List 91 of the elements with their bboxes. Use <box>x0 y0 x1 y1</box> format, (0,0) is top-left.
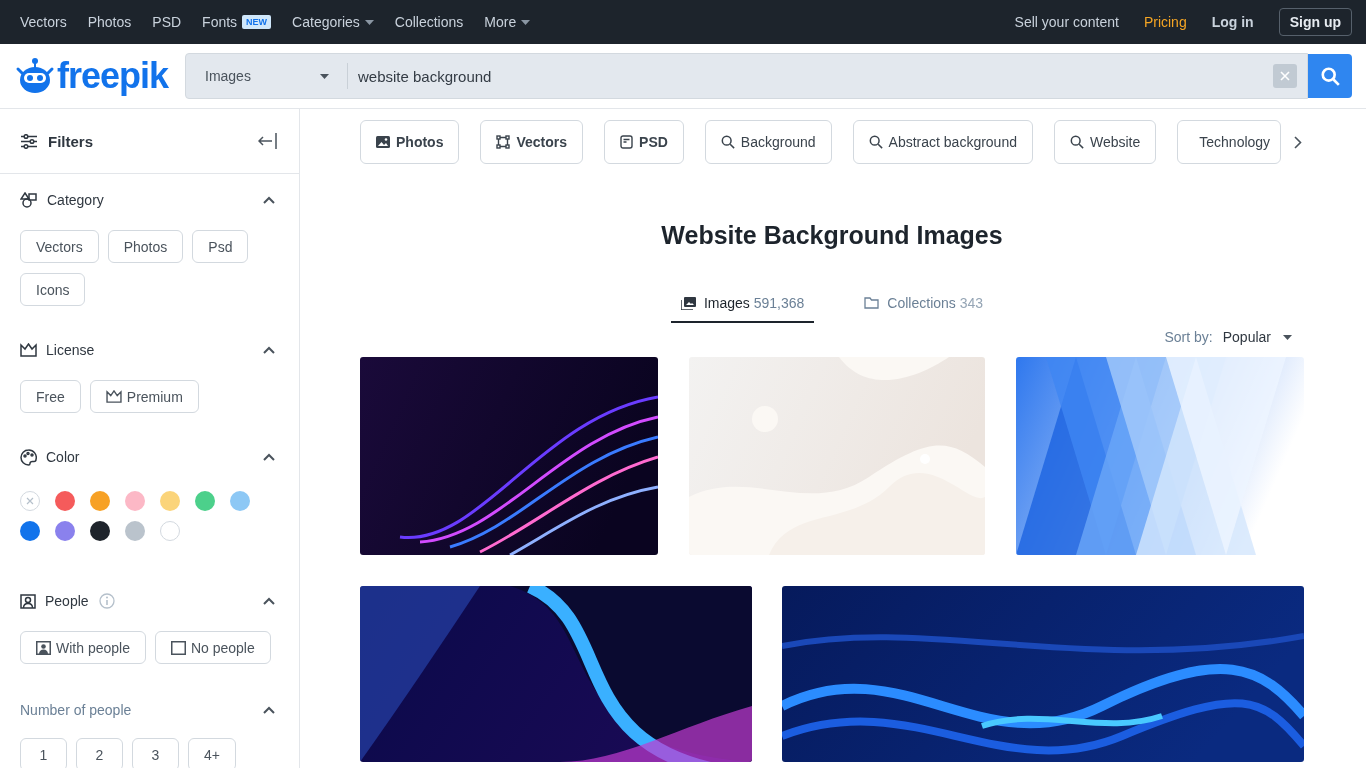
tab[interactable]: Collections 343 <box>854 295 994 323</box>
sort-dropdown[interactable]: Popular <box>1222 329 1304 345</box>
person-frame-icon <box>20 593 36 609</box>
color-swatch[interactable] <box>160 491 180 511</box>
nav-link[interactable]: PSD <box>152 14 182 30</box>
filter-chip[interactable]: Website <box>1053 120 1157 164</box>
chevron-up-icon[interactable] <box>263 346 275 354</box>
no-color-swatch[interactable] <box>20 491 40 511</box>
filter-chip[interactable]: PSD <box>604 120 684 164</box>
square-icon <box>170 640 186 655</box>
filter-option[interactable]: 3 <box>132 738 179 768</box>
filter-chip[interactable]: Abstract background <box>852 120 1033 164</box>
page-title: Website Background Images <box>660 221 1004 250</box>
filter-option[interactable]: No people <box>154 631 271 664</box>
filter-chip[interactable]: Background <box>704 120 832 164</box>
color-swatch[interactable] <box>55 491 75 511</box>
crown-icon <box>20 343 37 357</box>
filter-option[interactable]: Free <box>20 380 81 413</box>
filter-option[interactable]: 1 <box>20 738 67 768</box>
filter-option[interactable]: Photos <box>107 230 184 263</box>
color-swatch[interactable] <box>55 521 75 541</box>
close-icon <box>1280 71 1290 81</box>
folder-icon <box>864 297 880 309</box>
chevron-right-icon[interactable] <box>1294 135 1303 149</box>
nav-link[interactable]: Fonts NEW <box>202 14 272 30</box>
color-swatch[interactable] <box>20 521 40 541</box>
search-icon <box>1069 135 1084 149</box>
chevron-up-icon[interactable] <box>263 196 275 204</box>
robot-logo-icon <box>15 56 55 96</box>
section-title: People <box>45 593 89 609</box>
caret-icon <box>320 73 329 79</box>
vector-nodes-icon <box>496 135 511 149</box>
chevron-up-icon[interactable] <box>263 453 275 461</box>
search-icon <box>720 135 735 149</box>
filter-option[interactable]: Vectors <box>20 230 99 263</box>
info-icon[interactable] <box>98 593 115 609</box>
nav-link[interactable]: Vectors <box>20 14 67 30</box>
filter-chip[interactable]: Photos <box>360 120 460 164</box>
filters-title: Filters <box>48 132 93 150</box>
collapse-panel-icon[interactable] <box>258 133 277 149</box>
section-title: Category <box>47 192 104 208</box>
nav-link[interactable]: Photos <box>87 14 132 30</box>
nav-link[interactable]: Pricing <box>1143 14 1187 30</box>
section-title: Number of people <box>20 702 132 718</box>
search-icon <box>868 135 883 149</box>
nav-link[interactable]: More <box>484 14 531 30</box>
filter-option[interactable]: Psd <box>192 230 249 263</box>
person-photo-icon <box>36 640 51 655</box>
clear-button[interactable] <box>1273 64 1297 88</box>
caret-icon <box>364 19 374 25</box>
image-icon <box>376 136 390 148</box>
filter-option[interactable]: Icons <box>20 273 86 306</box>
close-icon <box>26 497 34 505</box>
chevron-up-icon[interactable] <box>263 597 275 605</box>
filter-option[interactable]: 4+ <box>188 738 236 768</box>
sliders-icon <box>20 133 38 149</box>
color-swatch[interactable] <box>230 491 250 511</box>
shapes-icon <box>20 192 38 208</box>
nav-link[interactable]: Sell your content <box>1014 14 1119 30</box>
crown-icon <box>105 390 122 403</box>
section-title: Color <box>46 449 80 465</box>
palette-icon <box>20 448 37 466</box>
logo-text[interactable]: freepik <box>57 55 169 97</box>
nav-link[interactable]: Log in <box>1211 14 1254 30</box>
chevron-up-icon[interactable] <box>263 706 275 714</box>
caret-icon <box>1283 334 1292 340</box>
caret-icon <box>521 19 531 25</box>
color-swatch[interactable] <box>90 491 110 511</box>
filter-chip[interactable]: Technology <box>1177 120 1282 164</box>
search-button[interactable] <box>1308 54 1352 98</box>
scope-dropdown[interactable]: Images <box>186 63 348 89</box>
color-swatch[interactable] <box>160 521 180 541</box>
section-title: License <box>46 342 95 358</box>
color-swatch[interactable] <box>125 521 145 541</box>
sign-up-button[interactable]: Sign up <box>1278 8 1352 36</box>
color-swatch[interactable] <box>125 491 145 511</box>
filter-option[interactable]: 2 <box>76 738 123 768</box>
tab[interactable]: Images 591,368 <box>670 295 815 323</box>
nav-link[interactable]: Collections <box>394 14 464 30</box>
filter-chip[interactable]: Vectors <box>480 120 584 164</box>
search-field[interactable]: Images website background <box>185 53 1308 99</box>
color-swatch[interactable] <box>90 521 110 541</box>
new-badge: NEW <box>242 15 272 29</box>
filter-option[interactable]: With people <box>20 631 146 664</box>
sort-label: Sort by: <box>1164 329 1213 345</box>
search-icon <box>1320 66 1340 86</box>
nav-link[interactable]: Categories <box>292 14 374 30</box>
images-icon <box>680 296 696 310</box>
filter-option[interactable]: Premium <box>89 380 199 413</box>
file-icon <box>620 135 634 149</box>
color-swatch[interactable] <box>195 491 215 511</box>
